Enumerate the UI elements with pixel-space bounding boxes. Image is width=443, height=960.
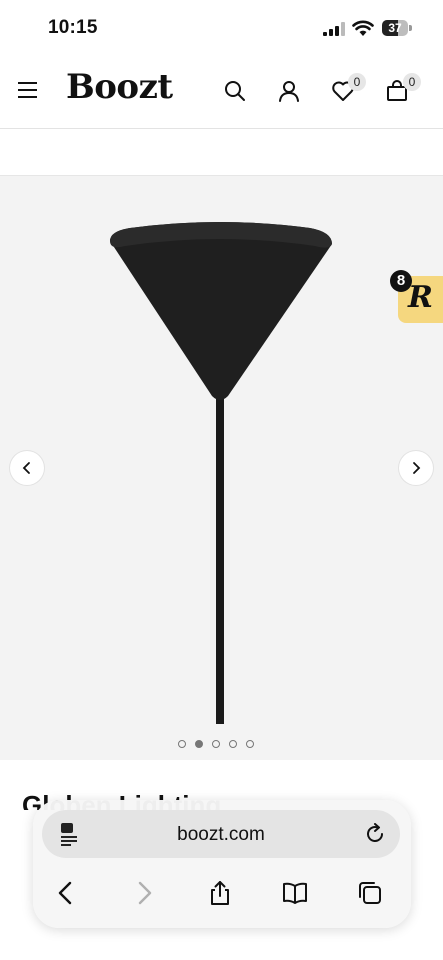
- battery-icon: 37: [382, 20, 412, 36]
- status-bar: 10:15 37: [0, 0, 443, 58]
- account-icon[interactable]: [277, 79, 301, 103]
- pendant-lamp-image: [110, 222, 332, 724]
- gallery-dot-active[interactable]: [195, 740, 203, 748]
- gallery-dot[interactable]: [229, 740, 237, 748]
- reviews-count-badge: 8: [390, 270, 412, 292]
- gallery-dot[interactable]: [212, 740, 220, 748]
- breadcrumb-bar: [0, 129, 443, 176]
- reload-icon[interactable]: [364, 823, 386, 845]
- product-image-gallery[interactable]: R 8: [0, 176, 443, 760]
- wishlist-button[interactable]: 0: [331, 62, 371, 122]
- search-icon[interactable]: [223, 79, 247, 103]
- bookmarks-icon[interactable]: [282, 880, 308, 906]
- next-image-button[interactable]: [399, 451, 433, 485]
- site-header: Boozt 0 0: [0, 62, 443, 129]
- address-bar[interactable]: boozt.com: [42, 810, 400, 858]
- url-text[interactable]: boozt.com: [42, 824, 400, 846]
- logo[interactable]: Boozt: [66, 67, 173, 107]
- cellular-signal-icon: [323, 22, 345, 36]
- wifi-icon: [352, 20, 374, 36]
- gallery-dot[interactable]: [178, 740, 186, 748]
- previous-image-button[interactable]: [10, 451, 44, 485]
- battery-level: 37: [388, 21, 402, 35]
- bag-button[interactable]: 0: [385, 62, 429, 122]
- back-icon[interactable]: [53, 880, 79, 906]
- gallery-dot[interactable]: [246, 740, 254, 748]
- tabs-icon[interactable]: [357, 880, 383, 906]
- forward-icon[interactable]: [131, 880, 157, 906]
- status-time: 10:15: [48, 17, 98, 38]
- bag-count-badge: 0: [403, 73, 421, 91]
- reviews-logo-icon: R: [408, 280, 433, 315]
- menu-button[interactable]: [18, 82, 38, 98]
- browser-toolbar: boozt.com: [33, 800, 411, 928]
- wishlist-count-badge: 0: [348, 73, 366, 91]
- chevron-left-icon: [22, 462, 30, 474]
- chevron-right-icon: [413, 462, 421, 474]
- share-icon[interactable]: [207, 880, 233, 906]
- gallery-pagination: [178, 740, 254, 748]
